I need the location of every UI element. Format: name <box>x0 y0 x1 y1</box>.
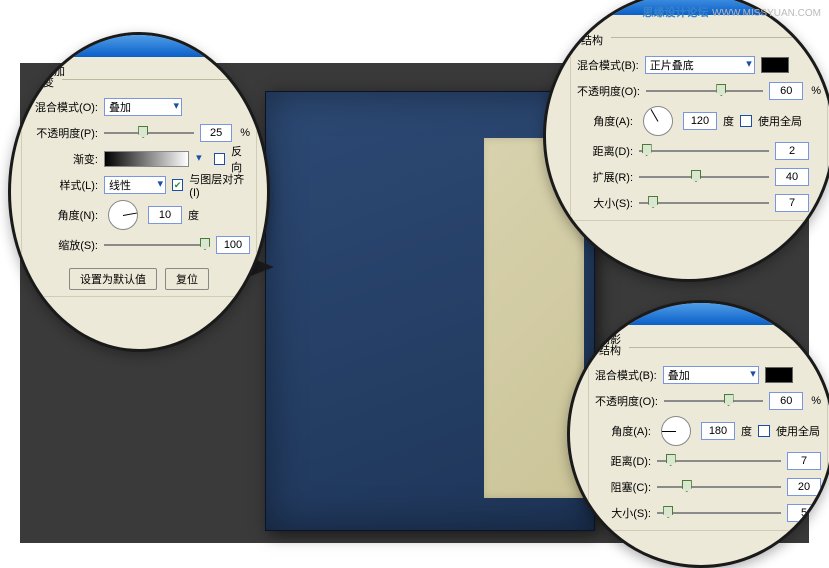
angle-dial[interactable] <box>661 416 691 446</box>
blend-mode-label: 混合模式(B): <box>577 57 639 73</box>
gradient-label: 渐变: <box>28 151 98 167</box>
blend-mode-label: 混合模式(B): <box>595 367 657 383</box>
shadow-color[interactable] <box>765 367 793 383</box>
angle-input[interactable]: 180 <box>701 422 735 440</box>
blend-mode-value: 叠加 <box>109 102 131 114</box>
distance-input[interactable]: 2 <box>775 142 809 160</box>
angle-label: 角度(A): <box>577 113 633 129</box>
inner-shadow-panel: 内阴影 结构 混合模式(B): 叠加 不透明度(O): 60 % 角度(A): … <box>567 300 829 568</box>
size-input[interactable]: 7 <box>775 194 809 212</box>
distance-label: 距离(D): <box>595 453 651 469</box>
opacity-unit: % <box>240 127 250 139</box>
drop-shadow-panel: 投影 结构 混合模式(B): 正片叠底 不透明度(O): 60 % 角度(A):… <box>543 0 829 282</box>
distance-label: 距离(D): <box>577 143 633 159</box>
opacity-slider[interactable] <box>646 83 763 99</box>
opacity-slider[interactable] <box>664 393 763 409</box>
opacity-input[interactable]: 60 <box>769 82 803 100</box>
opacity-label: 不透明度(P): <box>28 125 98 141</box>
choke-slider[interactable] <box>657 479 781 495</box>
style-label: 样式(L): <box>28 177 98 193</box>
blend-mode-select[interactable]: 叠加 <box>104 98 182 116</box>
blend-mode-value: 正片叠底 <box>650 60 694 72</box>
blend-mode-value: 叠加 <box>668 370 690 382</box>
watermark-en: WWW.MISSYUAN.COM <box>712 8 821 19</box>
gradient-picker[interactable] <box>104 151 189 167</box>
size-slider[interactable] <box>657 505 781 521</box>
shadow-color[interactable] <box>761 57 789 73</box>
group-label: 结构 <box>581 32 611 48</box>
style-select[interactable]: 线性 <box>104 176 166 194</box>
opacity-unit: % <box>811 395 821 407</box>
choke-label: 阻塞(C): <box>595 479 651 495</box>
opacity-label: 不透明度(O): <box>595 393 658 409</box>
global-label: 使用全局 <box>758 113 802 129</box>
angle-label: 角度(N): <box>28 207 98 223</box>
angle-dial[interactable] <box>108 200 138 230</box>
global-light-checkbox[interactable] <box>758 425 770 437</box>
distance-slider[interactable] <box>639 143 769 159</box>
align-checkbox[interactable]: ✔ <box>172 179 183 191</box>
distance-input[interactable]: 7 <box>787 452 821 470</box>
reset-button[interactable]: 复位 <box>165 268 209 290</box>
spread-label: 扩展(R): <box>577 169 633 185</box>
scale-label: 缩放(S): <box>28 237 98 253</box>
angle-unit: 度 <box>188 207 199 223</box>
set-default-button[interactable]: 设置为默认值 <box>69 268 157 290</box>
opacity-input[interactable]: 60 <box>769 392 803 410</box>
angle-unit: 度 <box>723 113 734 129</box>
blend-mode-select[interactable]: 正片叠底 <box>645 56 755 74</box>
size-label: 大小(S): <box>577 195 633 211</box>
titlebar <box>11 35 267 57</box>
spread-slider[interactable] <box>639 169 769 185</box>
distance-slider[interactable] <box>657 453 781 469</box>
watermark-cn: 思缘设计论坛 <box>642 7 708 19</box>
angle-input[interactable]: 10 <box>148 206 182 224</box>
angle-label: 角度(A): <box>595 423 651 439</box>
watermark: 思缘设计论坛 WWW.MISSYUAN.COM <box>642 4 821 20</box>
opacity-slider[interactable] <box>104 125 194 141</box>
scale-input[interactable]: 100 <box>216 236 250 254</box>
size-label: 大小(S): <box>595 505 651 521</box>
blend-mode-select[interactable]: 叠加 <box>663 366 759 384</box>
global-label: 使用全局 <box>776 423 820 439</box>
group-label: 结构 <box>599 342 629 358</box>
align-label: 与图层对齐(I) <box>189 171 250 199</box>
angle-dial[interactable] <box>643 106 673 136</box>
opacity-input[interactable]: 25 <box>200 124 232 142</box>
angle-input[interactable]: 120 <box>683 112 717 130</box>
blend-mode-label: 混合模式(O): <box>28 99 98 115</box>
spread-input[interactable]: 40 <box>775 168 809 186</box>
opacity-label: 不透明度(O): <box>577 83 640 99</box>
angle-unit: 度 <box>741 423 752 439</box>
style-value: 线性 <box>109 180 131 192</box>
choke-input[interactable]: 20 <box>787 478 821 496</box>
global-light-checkbox[interactable] <box>740 115 752 127</box>
size-input[interactable]: 5 <box>787 504 821 522</box>
opacity-unit: % <box>811 85 821 97</box>
scale-slider[interactable] <box>104 237 210 253</box>
gradient-overlay-panel: 渐变叠加 渐变 混合模式(O): 叠加 不透明度(P): 25 % 渐变: 反向 <box>8 32 270 352</box>
size-slider[interactable] <box>639 195 769 211</box>
reverse-checkbox[interactable] <box>214 153 225 165</box>
